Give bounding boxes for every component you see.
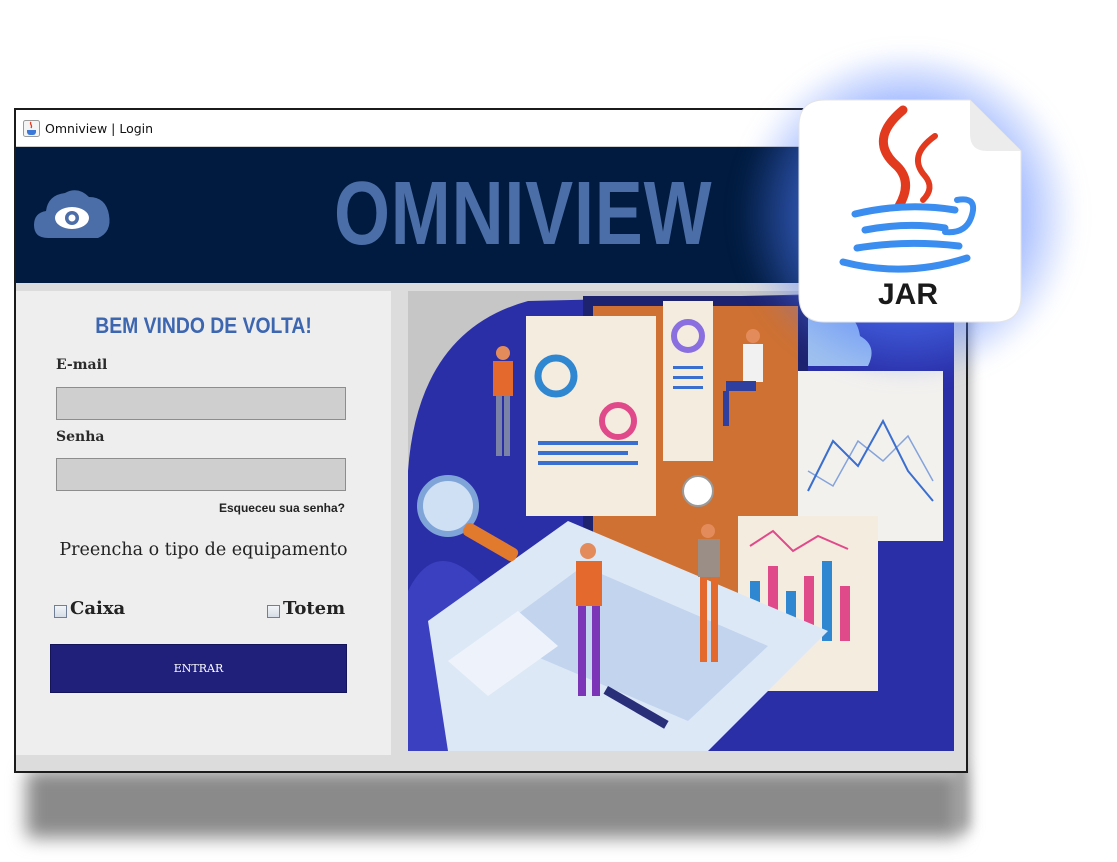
checkbox-box[interactable]	[267, 605, 280, 618]
checkbox-caixa[interactable]: Caixa	[54, 600, 125, 618]
welcome-heading: BEM VINDO DE VOLTA!	[95, 313, 312, 338]
jar-label: JAR	[878, 278, 938, 311]
checkbox-label: Totem	[283, 598, 346, 619]
enter-button[interactable]: ENTRAR	[50, 644, 347, 693]
clock-icon	[682, 475, 714, 507]
password-label: Senha	[56, 429, 105, 445]
dashboard-card-left	[526, 316, 656, 516]
login-form: BEM VINDO DE VOLTA! E-mail Senha Esquece…	[16, 291, 391, 755]
line-chart-card	[798, 371, 943, 541]
dashboard-card-tall	[663, 301, 713, 461]
window-title: Omniview | Login	[45, 120, 154, 136]
email-field[interactable]	[56, 387, 346, 420]
email-label: E-mail	[56, 357, 108, 373]
window-shadow	[26, 770, 961, 838]
password-field[interactable]	[56, 458, 346, 491]
checkbox-label: Caixa	[70, 598, 126, 619]
java-jar-file-icon: JAR	[798, 99, 1022, 323]
brand-title: OMNIVIEW	[334, 164, 713, 264]
checkbox-totem[interactable]: Totem	[267, 600, 345, 618]
forgot-password-link[interactable]: Esqueceu sua senha?	[219, 501, 345, 515]
equipment-prompt: Preencha o tipo de equipamento	[59, 540, 348, 560]
cloud-eye-icon	[34, 190, 110, 238]
java-cup-icon	[23, 119, 40, 137]
checkbox-box[interactable]	[54, 605, 67, 618]
